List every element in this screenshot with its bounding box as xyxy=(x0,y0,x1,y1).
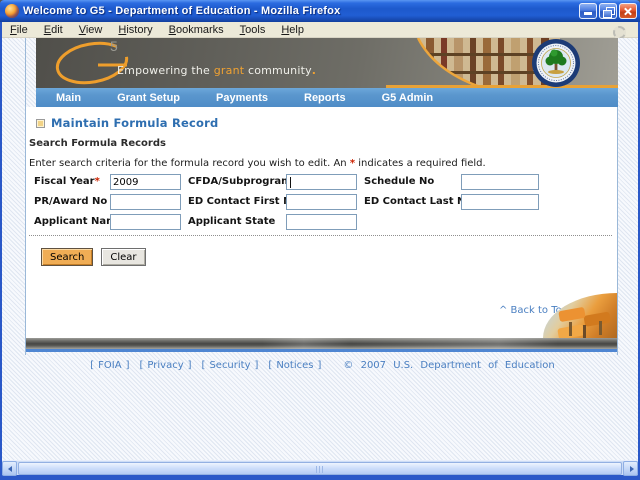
scrollbar-thumb[interactable] xyxy=(18,462,622,475)
footer-link-privacy[interactable]: Privacy xyxy=(143,360,187,371)
nav-reports[interactable]: Reports xyxy=(304,92,346,104)
nav-g5-admin[interactable]: G5 Admin xyxy=(382,92,434,104)
search-button[interactable]: Search xyxy=(41,248,94,266)
menu-file[interactable]: File xyxy=(2,23,36,37)
page-content: Maintain Formula Record Search Formula R… xyxy=(26,107,617,338)
window-title: Welcome to G5 - Department of Education … xyxy=(23,5,341,17)
schedule-no-input[interactable] xyxy=(461,174,539,190)
g5-logo-icon xyxy=(55,41,129,85)
footer-divider-bar xyxy=(26,338,617,352)
footer-link-foia[interactable]: FOIA xyxy=(94,360,125,371)
bookshelf-image xyxy=(386,38,618,88)
firefox-icon xyxy=(5,4,19,18)
section-title: Search Formula Records xyxy=(29,138,166,149)
menu-history[interactable]: History xyxy=(110,23,160,37)
restore-button[interactable] xyxy=(599,3,617,19)
footer-link-group: [FOIA] [Privacy] [Security] [Notices] xyxy=(90,360,322,371)
copyright-text: © 2007 U.S. Department of Education xyxy=(343,360,555,371)
nav-grant-setup[interactable]: Grant Setup xyxy=(117,92,180,104)
ed-seal-icon xyxy=(532,39,580,87)
classroom-desks-image xyxy=(543,293,617,338)
clear-button[interactable]: Clear xyxy=(101,248,146,266)
applicant-state-label: Applicant State xyxy=(188,216,276,227)
ed-contact-last-name-input[interactable] xyxy=(461,194,539,210)
pr-award-no-input[interactable] xyxy=(110,194,181,210)
footer: [FOIA] [Privacy] [Security] [Notices] © … xyxy=(25,360,620,371)
nav-main[interactable]: Main xyxy=(56,92,81,104)
g5-banner: 5 Empowering the grant community. xyxy=(36,38,618,88)
title-bar: Welcome to G5 - Department of Education … xyxy=(0,0,640,22)
form-row-3: Applicant Name Applicant State xyxy=(26,214,617,232)
menu-help[interactable]: Help xyxy=(273,23,312,37)
applicant-state-input[interactable] xyxy=(286,214,357,230)
form-row-1: Fiscal Year* CFDA/Subprogram Schedule No xyxy=(26,174,617,192)
g5-logo-five: 5 xyxy=(110,38,118,54)
form-row-2: PR/Award No ED Contact First Name ED Con… xyxy=(26,194,617,212)
bullet-icon xyxy=(36,118,45,128)
menu-bar: File Edit View History Bookmarks Tools H… xyxy=(2,22,638,39)
menu-bookmarks[interactable]: Bookmarks xyxy=(161,23,232,37)
text-caret xyxy=(290,177,291,188)
banner-tagline: Empowering the grant community. xyxy=(117,64,317,77)
footer-link-security[interactable]: Security xyxy=(205,360,254,371)
footer-link-notices[interactable]: Notices xyxy=(272,360,317,371)
pr-award-no-label: PR/Award No xyxy=(34,196,108,207)
nav-bar: Main Grant Setup Payments Reports G5 Adm… xyxy=(36,88,618,107)
horizontal-scrollbar[interactable] xyxy=(2,460,638,476)
page-title-row: Maintain Formula Record xyxy=(36,116,218,130)
scroll-left-arrow[interactable] xyxy=(2,461,17,476)
nav-payments[interactable]: Payments xyxy=(216,92,268,104)
fiscal-year-input[interactable] xyxy=(110,174,181,190)
required-asterisk: * xyxy=(94,176,100,187)
cfda-subprogram-label: CFDA/Subprogram xyxy=(188,176,292,187)
menu-edit[interactable]: Edit xyxy=(36,23,71,37)
page-column: 5 Empowering the grant community. Main G… xyxy=(25,38,618,355)
instructions: Enter search criteria for the formula re… xyxy=(29,158,486,169)
page-title: Maintain Formula Record xyxy=(51,116,219,130)
dotted-divider xyxy=(29,235,612,236)
applicant-name-input[interactable] xyxy=(110,214,181,230)
cfda-subprogram-input[interactable] xyxy=(286,174,357,190)
schedule-no-label: Schedule No xyxy=(364,176,435,187)
menu-view[interactable]: View xyxy=(71,23,111,37)
browser-viewport: 5 Empowering the grant community. Main G… xyxy=(2,38,638,460)
scroll-right-arrow[interactable] xyxy=(623,461,638,476)
window-controls xyxy=(579,3,637,19)
firefox-window: Welcome to G5 - Department of Education … xyxy=(0,0,640,480)
button-row: Search Clear xyxy=(41,248,146,266)
minimize-button[interactable] xyxy=(579,3,597,19)
fiscal-year-label: Fiscal Year* xyxy=(34,176,100,187)
ed-contact-first-name-input[interactable] xyxy=(286,194,357,210)
menu-tools[interactable]: Tools xyxy=(232,23,274,37)
close-button[interactable] xyxy=(619,3,637,19)
